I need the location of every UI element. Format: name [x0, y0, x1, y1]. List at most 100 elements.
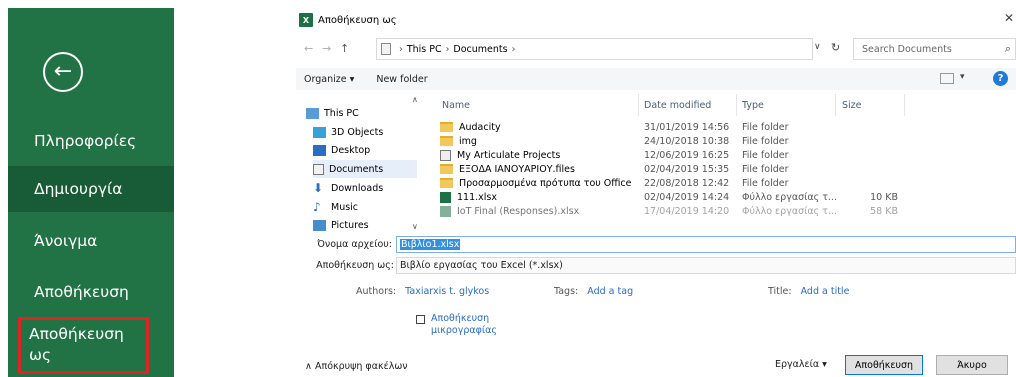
backstage-item-save-as[interactable]: Αποθήκευση ως: [18, 317, 149, 374]
file-row[interactable]: Προσαρμοσμένα πρότυπα του Office 22/08/2…: [428, 176, 1016, 190]
save-thumbnail-label[interactable]: Αποθήκευση μικρογραφίας: [431, 313, 497, 337]
nav-item-3d-objects[interactable]: 3D Objects: [313, 123, 417, 141]
folder-icon: [440, 136, 453, 146]
backstage-item-open[interactable]: Άνοιγμα: [8, 218, 174, 264]
breadcrumb-this-pc[interactable]: This PC: [407, 44, 442, 55]
organize-button[interactable]: Organize ▾: [304, 74, 354, 85]
breadcrumb-documents[interactable]: Documents: [453, 44, 507, 55]
scroll-up-icon[interactable]: ∧: [412, 95, 418, 104]
filename-value: Βιβλίο1.xlsx: [400, 239, 461, 250]
address-bar[interactable]: › This PC › Documents ›: [376, 38, 813, 60]
tags-label: Tags:: [554, 286, 579, 297]
chevron-right-icon: ›: [399, 43, 403, 55]
desktop-icon: [313, 144, 326, 156]
address-row: ← → ↑ › This PC › Documents › ∨ ↻ Search…: [296, 38, 1016, 60]
nav-item-label: Documents: [329, 163, 384, 175]
file-date: 24/10/2018 10:38: [644, 135, 730, 147]
cancel-button[interactable]: Άκυρο: [936, 355, 1008, 375]
up-nav-icon[interactable]: ↑: [340, 42, 349, 55]
file-type: Φύλλο εργασίας τ...: [742, 205, 837, 217]
filename-input[interactable]: Βιβλίο1.xlsx: [396, 236, 1016, 253]
view-options-icon[interactable]: [940, 73, 954, 84]
file-name: IoT Final (Responses).xlsx: [457, 205, 580, 217]
scroll-down-icon[interactable]: ∨: [412, 222, 418, 231]
file-list: Name ^ Date modified Type Size Audacity …: [428, 94, 1016, 232]
dialog-title: Αποθήκευση ως: [318, 14, 397, 26]
column-header-name[interactable]: Name: [442, 94, 470, 116]
tools-dropdown[interactable]: Εργαλεία ▾: [775, 359, 827, 370]
folder-icon: [440, 122, 453, 132]
file-row[interactable]: IoT Final (Responses).xlsx 17/04/2019 14…: [428, 204, 1016, 218]
backstage-item-new[interactable]: Δημιουργία: [8, 166, 174, 212]
file-date: 31/01/2019 14:56: [644, 121, 730, 133]
back-arrow-icon[interactable]: ←: [43, 52, 83, 92]
savetype-select[interactable]: Βιβλίο εργασίας του Excel (*.xlsx): [396, 257, 1016, 274]
chevron-right-icon: ›: [511, 43, 516, 55]
column-header-type[interactable]: Type: [742, 94, 764, 116]
file-row[interactable]: img 24/10/2018 10:38 File folder: [428, 134, 1016, 148]
folder-icon: [440, 164, 453, 174]
help-icon[interactable]: ?: [993, 71, 1008, 86]
back-nav-icon[interactable]: ←: [304, 42, 313, 55]
nav-item-music[interactable]: ♪ Music: [313, 198, 417, 216]
column-header-size[interactable]: Size: [842, 94, 862, 116]
column-divider[interactable]: [904, 94, 905, 116]
column-divider[interactable]: [638, 94, 639, 116]
refresh-icon[interactable]: ↻: [831, 41, 840, 54]
filename-label: Όνομα αρχείου:: [317, 239, 392, 250]
save-button[interactable]: Αποθήκευση: [845, 355, 923, 375]
column-divider[interactable]: [835, 94, 836, 116]
file-type: File folder: [742, 121, 789, 133]
nav-item-pictures[interactable]: Pictures: [313, 216, 417, 232]
file-date: 17/04/2019 14:20: [644, 205, 730, 217]
column-divider[interactable]: [736, 94, 737, 116]
document-icon: [313, 163, 324, 175]
new-folder-button[interactable]: New folder: [376, 74, 427, 85]
file-row[interactable]: ΕΞΟΔΑ ΙΑΝΟΥΑΡΙΟΥ.files 02/04/2019 15:35 …: [428, 162, 1016, 176]
nav-item-desktop[interactable]: Desktop: [313, 141, 417, 159]
save-thumbnail-checkbox[interactable]: [416, 315, 425, 324]
backstage-item-info[interactable]: Πληροφορίες: [8, 118, 174, 164]
forward-nav-icon[interactable]: →: [322, 42, 331, 55]
file-row[interactable]: My Articulate Projects 12/06/2019 16:25 …: [428, 148, 1016, 162]
file-row[interactable]: Audacity 31/01/2019 14:56 File folder: [428, 120, 1016, 134]
hide-folders-toggle[interactable]: ∧ Απόκρυψη φακέλων: [305, 361, 408, 372]
file-name: ΕΞΟΔΑ ΙΑΝΟΥΑΡΙΟΥ.files: [459, 163, 575, 175]
file-type: File folder: [742, 163, 789, 175]
computer-icon: [306, 107, 319, 119]
nav-item-downloads[interactable]: ⬇ Downloads: [313, 179, 417, 197]
view-dropdown-icon[interactable]: ▾: [960, 72, 965, 82]
sort-asc-icon: ^: [528, 94, 536, 101]
picture-icon: [313, 219, 326, 231]
title-field[interactable]: Title: Add a title: [768, 286, 849, 297]
nav-item-label: Desktop: [331, 144, 371, 156]
nav-item-this-pc[interactable]: This PC: [306, 104, 410, 122]
close-icon[interactable]: ✕: [1004, 11, 1014, 25]
nav-item-documents[interactable]: Documents: [313, 160, 417, 178]
column-header-date[interactable]: Date modified: [644, 94, 711, 116]
file-type: File folder: [742, 177, 789, 189]
savetype-value: Βιβλίο εργασίας του Excel (*.xlsx): [400, 260, 563, 271]
nav-item-label: This PC: [324, 107, 359, 119]
backstage-item-save[interactable]: Αποθήκευση: [8, 269, 174, 315]
file-type: File folder: [742, 135, 789, 147]
download-arrow-icon: ⬇: [313, 180, 324, 195]
file-row[interactable]: 111.xlsx 02/04/2019 14:24 Φύλλο εργασίας…: [428, 190, 1016, 204]
address-dropdown-icon[interactable]: ∨: [814, 42, 821, 52]
file-date: 22/08/2018 12:42: [644, 177, 730, 189]
search-icon[interactable]: ⌕: [1005, 42, 1011, 56]
title-label: Title:: [768, 286, 792, 297]
excel-icon: X: [299, 13, 313, 27]
file-name: My Articulate Projects: [457, 149, 561, 161]
title-value: Add a title: [800, 286, 850, 297]
authors-field[interactable]: Authors: Taxiarxis t. glykos: [356, 286, 489, 297]
nav-item-label: Downloads: [331, 182, 384, 194]
dialog-title-bar: X Αποθήκευση ως ✕: [296, 8, 1016, 32]
file-name: 111.xlsx: [457, 191, 497, 203]
file-date: 02/04/2019 15:35: [644, 163, 730, 175]
project-folder-icon: [440, 149, 451, 161]
nav-item-label: 3D Objects: [331, 126, 384, 138]
tags-field[interactable]: Tags: Add a tag: [554, 286, 633, 297]
thumbnail-label-line: Αποθήκευση: [431, 313, 490, 324]
search-input[interactable]: Search Documents ⌕: [853, 38, 1016, 60]
